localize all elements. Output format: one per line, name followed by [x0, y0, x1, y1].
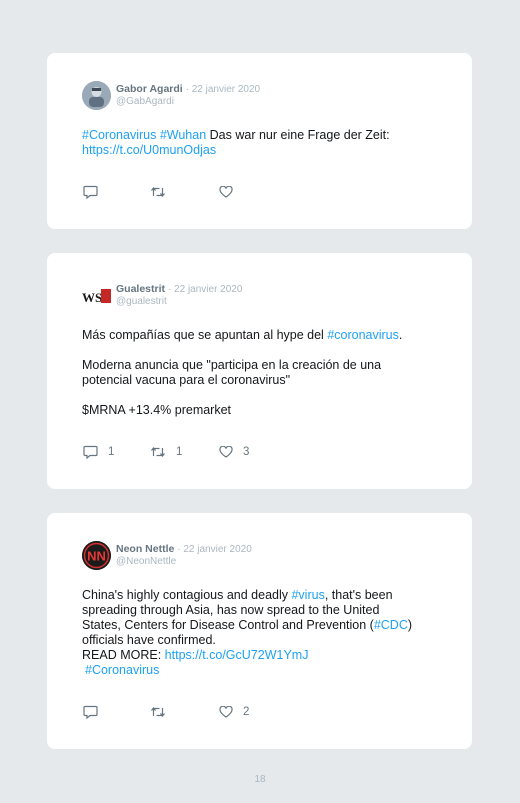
like-button[interactable]: 3	[219, 446, 249, 458]
tweet-text: China's highly contagious and deadly #vi…	[82, 588, 452, 678]
reply-count: 1	[108, 446, 115, 458]
tweet-text: Más compañías que se apuntan al hype del…	[82, 328, 452, 418]
reply-icon	[83, 705, 98, 719]
retweet-icon	[151, 187, 165, 197]
avatar[interactable]	[82, 81, 111, 110]
tweet-text-plain: States, Centers for Disease Control and …	[82, 618, 374, 632]
like-count: 3	[243, 446, 250, 458]
retweet-button[interactable]	[150, 186, 166, 198]
retweet-button[interactable]	[150, 706, 166, 718]
author-handle[interactable]: @NeonNettle	[116, 556, 176, 567]
tweet-text-plain: Das war nur eine Frage der Zeit:	[209, 128, 390, 142]
tweet-text-plain: spreading through Asia, has now spread t…	[82, 603, 380, 617]
tweet-text-plain: potencial vacuna para el coronavirus"	[82, 373, 291, 387]
tweet-text: #Coronavirus #Wuhan Das war nur eine Fra…	[82, 128, 452, 158]
hashtag-link[interactable]: #Wuhan	[160, 128, 206, 142]
tweet-text-plain: Más compañías que se apuntan al hype del	[82, 328, 324, 342]
author-name[interactable]: Gabor Agardi	[116, 83, 183, 95]
reply-button[interactable]	[83, 705, 98, 719]
like-button[interactable]: 2	[219, 706, 249, 718]
tweet-card: Gabor Agardi · 22 janvier 2020 @GabAgard…	[47, 53, 472, 229]
avatar-logo-text: NN	[87, 549, 106, 564]
tweet-date[interactable]: · 22 janvier 2020	[177, 544, 252, 555]
reply-button[interactable]	[83, 185, 98, 199]
hashtag-link[interactable]: #Coronavirus	[82, 128, 156, 142]
hashtag-link[interactable]: #virus	[291, 588, 324, 602]
tweet-text-plain: Moderna anuncia que "participa en la cre…	[82, 358, 382, 372]
tweet-text-plain: , that's been	[324, 588, 393, 602]
page-number: 18	[254, 774, 266, 785]
hashtag-link[interactable]: #coronavirus	[327, 328, 399, 342]
tweet-text-plain: officials have confirmed.	[82, 633, 216, 647]
author-handle[interactable]: @GabAgardi	[116, 96, 174, 107]
retweet-icon	[151, 447, 165, 457]
like-button[interactable]	[219, 186, 233, 198]
like-icon	[219, 186, 233, 198]
reply-button[interactable]: 1	[83, 445, 114, 459]
like-icon	[219, 446, 233, 458]
like-icon	[219, 706, 233, 718]
reply-icon	[83, 185, 98, 199]
hashtag-link[interactable]: #CDC	[374, 618, 408, 632]
retweet-icon	[151, 707, 165, 717]
author-name[interactable]: Neon Nettle	[116, 543, 174, 555]
url-link[interactable]: https://t.co/U0munOdjas	[82, 143, 216, 157]
tweet-card: NN Neon Nettle · 22 janvier 2020 @NeonNe…	[47, 513, 472, 749]
avatar[interactable]: NN	[82, 541, 111, 570]
author-name[interactable]: Gualestrit	[116, 283, 165, 295]
tweet-text-plain: $MRNA +13.4% premarket	[82, 403, 232, 417]
url-link[interactable]: https://t.co/GcU72W1YmJ	[165, 648, 309, 662]
retweet-button[interactable]: 1	[150, 446, 182, 458]
tweet-date[interactable]: · 22 janvier 2020	[168, 284, 243, 295]
reply-icon	[83, 445, 98, 459]
avatar[interactable]: WSN	[82, 281, 111, 310]
tweet-text-plain: READ MORE:	[82, 648, 162, 662]
retweet-count: 1	[176, 446, 183, 458]
tweet-text-plain: .	[398, 328, 403, 342]
like-count: 2	[243, 706, 250, 718]
tweet-card: WSN Gualestrit · 22 janvier 2020 @guales…	[47, 253, 472, 489]
hashtag-link[interactable]: #Coronavirus	[85, 663, 159, 677]
tweet-text-plain: )	[407, 618, 413, 632]
author-handle[interactable]: @gualestrit	[116, 296, 167, 307]
tweet-date[interactable]: · 22 janvier 2020	[186, 84, 261, 95]
tweet-text-plain: China's highly contagious and deadly	[82, 588, 288, 602]
